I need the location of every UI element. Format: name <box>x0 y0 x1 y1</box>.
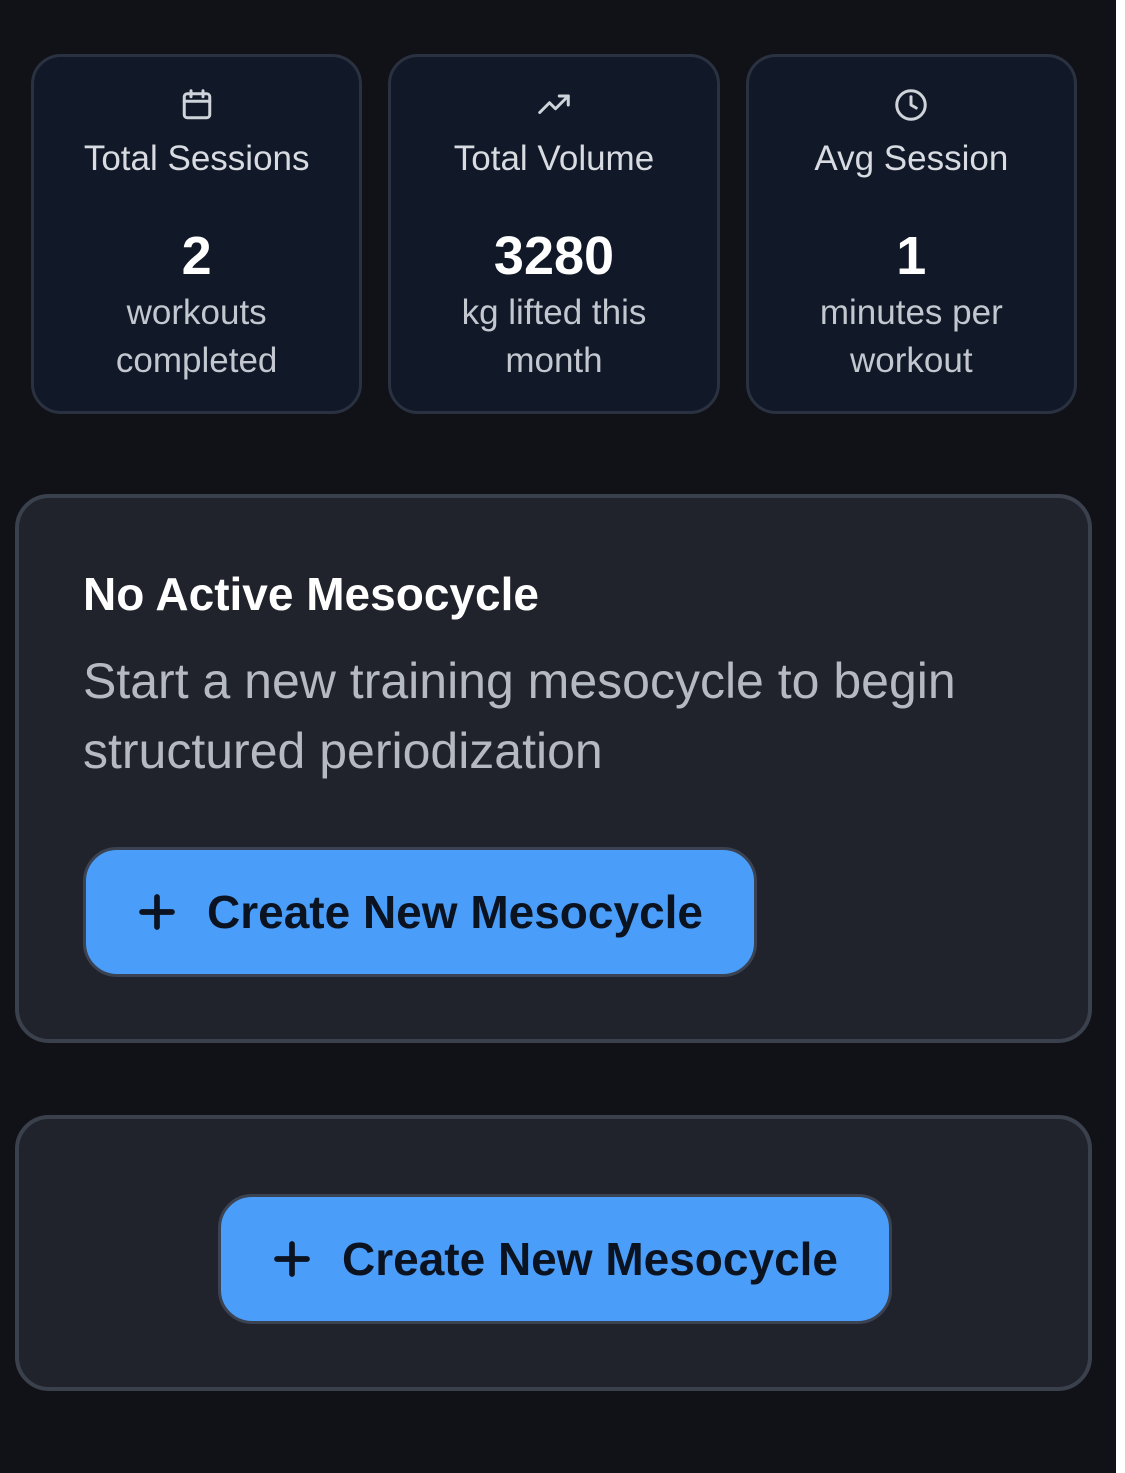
stat-title: Total Volume <box>453 139 655 178</box>
calendar-icon <box>179 87 215 123</box>
stat-caption: workouts completed <box>115 293 278 380</box>
create-new-mesocycle-button-secondary[interactable]: Create New Mesocycle <box>218 1194 892 1324</box>
stats-row: Total Sessions 2 workouts completed Tota… <box>31 54 1077 414</box>
stat-caption: minutes per workout <box>819 293 1003 380</box>
stat-value: 3280 <box>493 226 615 286</box>
stat-value: 1 <box>896 226 927 286</box>
create-mesocycle-panel: Create New Mesocycle <box>15 1115 1092 1391</box>
stat-caption: kg lifted this month <box>461 293 647 380</box>
button-label: Create New Mesocycle <box>341 1233 839 1285</box>
clock-icon <box>893 87 929 123</box>
scrollbar[interactable] <box>1116 0 1125 1473</box>
panel-title: No Active Mesocycle <box>83 568 539 620</box>
panel-description: Start a new training mesocycle to begin … <box>83 653 956 779</box>
stat-card-total-sessions: Total Sessions 2 workouts completed <box>31 54 363 414</box>
stat-card-avg-session: Avg Session 1 minutes per workout <box>745 54 1077 414</box>
stat-card-total-volume: Total Volume 3280 kg lifted this month <box>388 54 720 414</box>
no-active-mesocycle-panel: No Active Mesocycle Start a new training… <box>15 494 1092 1043</box>
plus-icon <box>272 1239 312 1279</box>
trending-up-icon <box>536 87 572 123</box>
button-label: Create New Mesocycle <box>206 886 704 938</box>
plus-icon <box>137 892 177 932</box>
stat-title: Avg Session <box>814 139 1009 178</box>
stat-value: 2 <box>181 226 212 286</box>
stat-title: Total Sessions <box>83 139 310 178</box>
create-new-mesocycle-button[interactable]: Create New Mesocycle <box>83 847 757 977</box>
